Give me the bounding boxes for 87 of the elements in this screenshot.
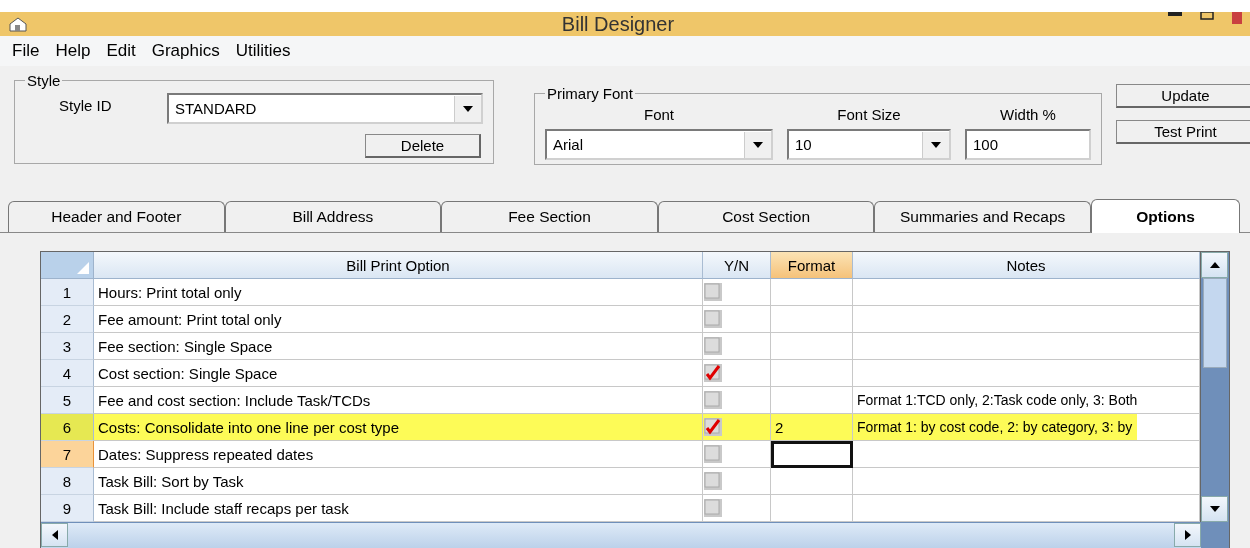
left-arrow-icon <box>50 529 59 541</box>
table-cell: Cost section: Single Space <box>94 360 703 387</box>
caret-icon <box>752 140 764 149</box>
scrollbar-corner <box>1201 523 1229 548</box>
scroll-down-button[interactable] <box>1201 496 1228 522</box>
table-cell[interactable] <box>771 279 853 306</box>
down-arrow-icon <box>1208 505 1221 513</box>
column-header[interactable]: Y/N <box>703 252 771 279</box>
window-title: Bill Designer <box>560 12 676 36</box>
column-header[interactable]: Notes <box>853 252 1200 279</box>
caret-icon <box>930 140 942 149</box>
menu-item[interactable]: File <box>4 41 48 61</box>
scroll-up-button[interactable] <box>1201 252 1228 278</box>
tab[interactable]: Fee Section <box>441 201 658 232</box>
checkbox[interactable] <box>703 363 723 383</box>
checkbox[interactable] <box>703 309 723 329</box>
table-cell: Task Bill: Sort by Task <box>94 468 703 495</box>
row-number[interactable]: 1 <box>41 279 94 306</box>
menu-item[interactable]: Edit <box>98 41 144 61</box>
table-cell[interactable] <box>771 468 853 495</box>
tab[interactable]: Cost Section <box>657 201 875 232</box>
scroll-thumb[interactable] <box>1203 278 1227 368</box>
maximize-icon[interactable] <box>1200 12 1214 20</box>
action-button[interactable]: Update <box>1116 84 1250 108</box>
group-title: Primary Font <box>546 85 634 102</box>
checkbox[interactable] <box>703 390 723 410</box>
row-number[interactable]: 6 <box>41 414 94 441</box>
menu-item[interactable]: Utilities <box>227 41 299 61</box>
input-field[interactable]: 100 <box>965 129 1091 160</box>
corner-triangle-icon <box>77 262 89 274</box>
table-cell: Hours: Print total only <box>94 279 703 306</box>
right-arrow-icon <box>1183 529 1192 541</box>
row-number[interactable]: 3 <box>41 333 94 360</box>
table-cell: Fee and cost section: Include Task/TCDs <box>94 387 703 414</box>
vertical-scrollbar[interactable] <box>1200 252 1229 522</box>
up-arrow-icon <box>1208 261 1221 269</box>
row-number[interactable]: 2 <box>41 306 94 333</box>
checkbox[interactable] <box>703 444 723 464</box>
menu-item[interactable]: Graphics <box>143 41 228 61</box>
row-number[interactable]: 8 <box>41 468 94 495</box>
table-cell: Fee amount: Print total only <box>94 306 703 333</box>
table-cell: Format 1:TCD only, 2:Task code only, 3: Both <box>853 387 1200 414</box>
minimize-icon[interactable] <box>1168 12 1182 18</box>
table-cell: Dates: Suppress repeated dates <box>94 441 703 468</box>
scroll-right-button[interactable] <box>1174 523 1201 547</box>
row-number[interactable]: 7 <box>41 441 94 468</box>
field-label: Font Size <box>837 106 901 123</box>
row-number[interactable]: 9 <box>41 495 94 522</box>
tab[interactable]: Options <box>1090 199 1240 233</box>
row-number[interactable]: 4 <box>41 360 94 387</box>
table-cell[interactable] <box>771 441 853 468</box>
window-icon <box>8 16 28 32</box>
checkbox[interactable] <box>703 417 723 437</box>
checkbox[interactable] <box>703 471 723 491</box>
row-number[interactable]: 5 <box>41 387 94 414</box>
field-label: Style ID <box>59 96 113 116</box>
table-cell[interactable] <box>771 306 853 333</box>
column-header[interactable]: Bill Print Option <box>94 252 703 279</box>
checkbox[interactable] <box>703 282 723 302</box>
field-label: Width % <box>1000 106 1056 123</box>
dropdown[interactable]: 10 <box>787 129 951 160</box>
tab[interactable]: Summaries and Recaps <box>874 201 1091 232</box>
caret-icon <box>462 104 474 113</box>
table-cell[interactable] <box>771 495 853 522</box>
field-label: Font <box>644 106 674 123</box>
group-title: Style <box>26 72 62 89</box>
column-header[interactable]: Format <box>771 252 853 279</box>
table-cell: Fee section: Single Space <box>94 333 703 360</box>
action-button[interactable]: Test Print <box>1116 120 1250 144</box>
table-cell[interactable] <box>771 333 853 360</box>
style-id-dropdown[interactable]: STANDARD <box>167 93 483 124</box>
dropdown[interactable]: Arial <box>545 129 773 160</box>
tab[interactable]: Header and Footer <box>8 201 225 232</box>
tab[interactable]: Bill Address <box>224 201 442 232</box>
menu-item[interactable]: Help <box>47 41 99 61</box>
checkbox[interactable] <box>703 498 723 518</box>
table-cell: Costs: Consolidate into one line per cost type <box>94 414 703 441</box>
table-cell[interactable]: 2 <box>771 414 853 441</box>
scroll-left-button[interactable] <box>41 523 68 547</box>
checkbox[interactable] <box>703 336 723 356</box>
close-icon[interactable] <box>1232 12 1242 24</box>
grid-corner[interactable] <box>41 252 94 279</box>
table-cell: Task Bill: Include staff recaps per task <box>94 495 703 522</box>
delete-button[interactable]: Delete <box>365 134 481 158</box>
table-cell[interactable] <box>771 360 853 387</box>
table-cell[interactable] <box>771 387 853 414</box>
table-cell: Format 1: by cost code, 2: by category, 3: by <box>853 414 1200 441</box>
